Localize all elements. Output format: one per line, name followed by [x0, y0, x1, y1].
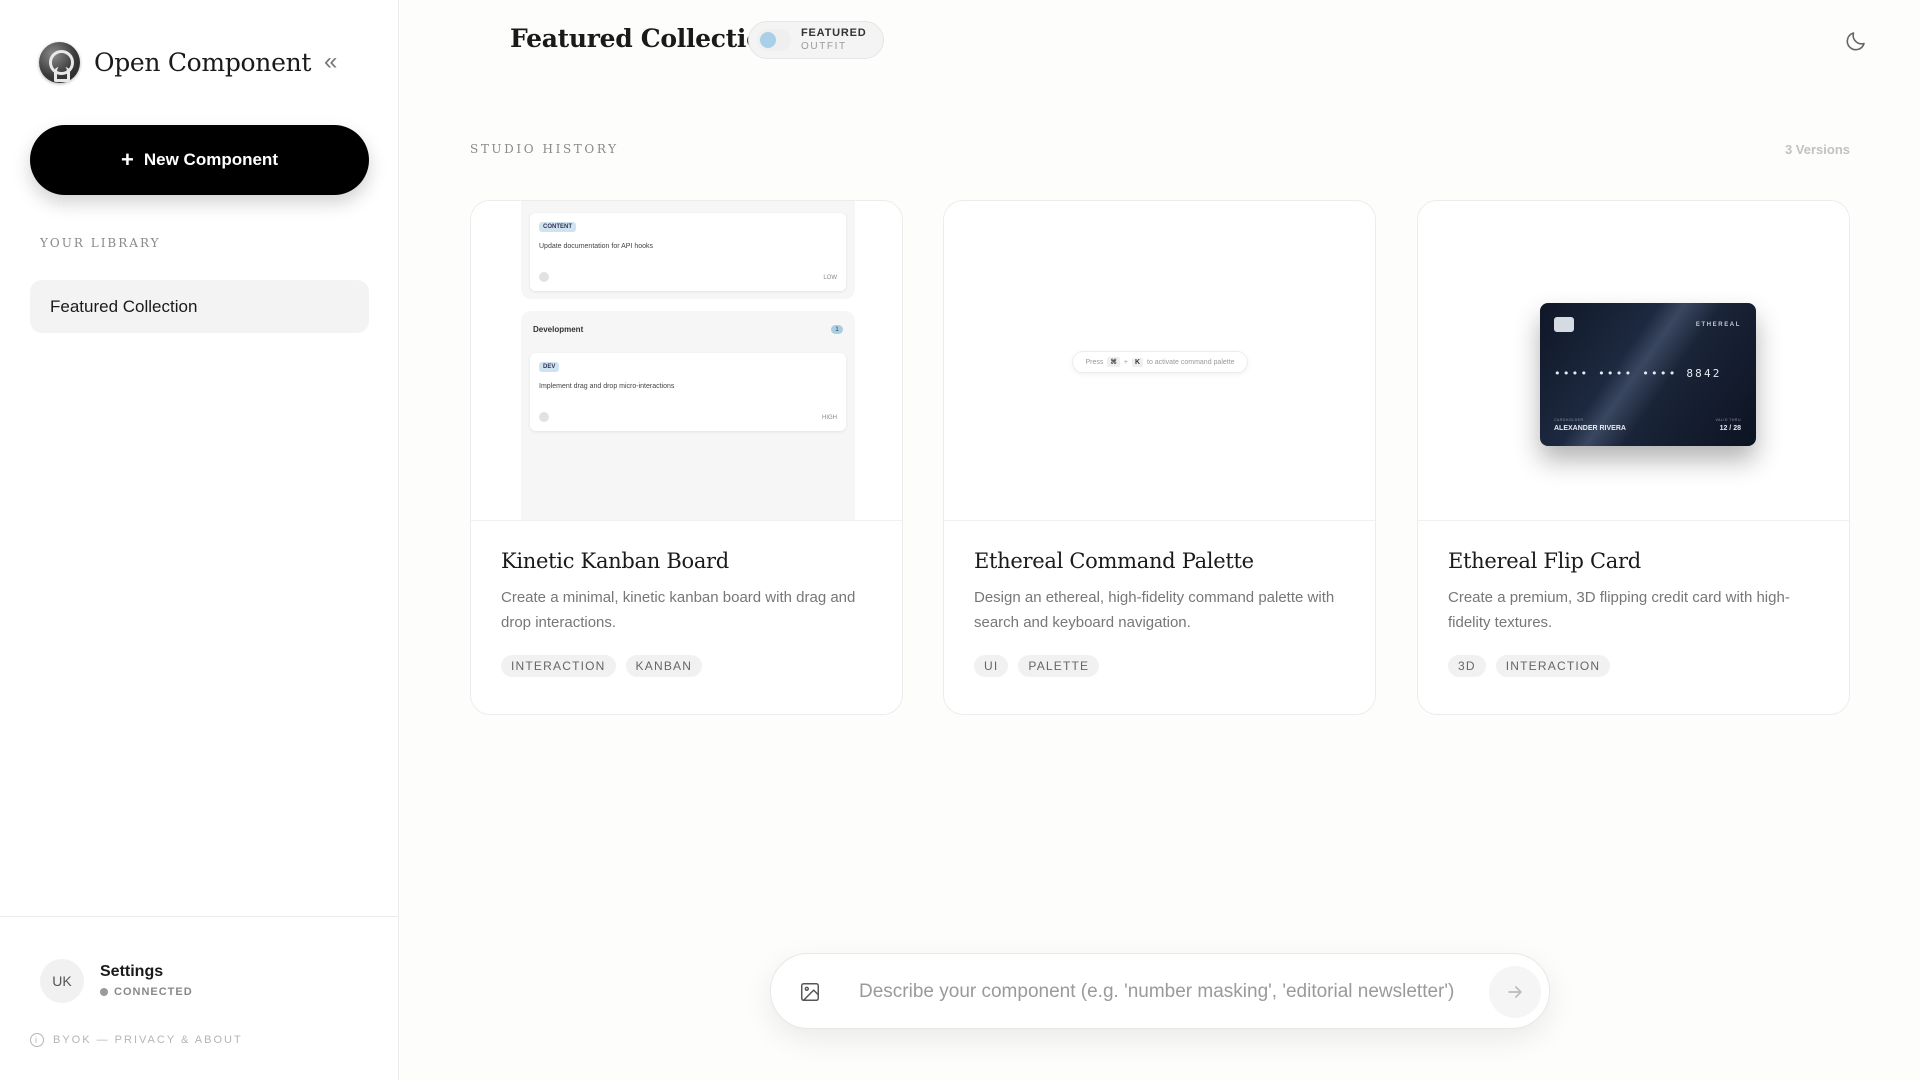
kanban-column-title: Development [533, 325, 584, 334]
card-chip-icon [1554, 317, 1574, 332]
valid-thru-value: 12 / 28 [1719, 425, 1741, 432]
card-title: Ethereal Command Palette [974, 549, 1254, 573]
sidebar: Open Component « + New Component YOUR LI… [0, 0, 399, 1080]
kanban-chip: DEV [539, 362, 560, 372]
component-prompt-input[interactable] [859, 972, 1471, 1012]
kanban-chip: CONTENT [539, 222, 576, 232]
toggle-label: FEATURED OUTFIT [801, 27, 866, 53]
card-tags: UI PALETTE [974, 655, 1345, 677]
kanban-card-text: Update documentation for API hooks [539, 243, 654, 250]
cardholder-name: ALEXANDER RIVERA [1554, 425, 1626, 432]
prompt-bar [770, 953, 1550, 1029]
status-dot-icon [100, 988, 108, 996]
card-description: Create a minimal, kinetic kanban board w… [501, 589, 856, 631]
card-tags: 3D INTERACTION [1448, 655, 1819, 677]
connection-status: CONNECTED [100, 986, 193, 998]
tag: INTERACTION [501, 655, 616, 677]
kanban-card: DEV Implement drag and drop micro-intera… [530, 353, 846, 431]
card-description: Create a premium, 3D flipping credit car… [1448, 589, 1790, 631]
hint-plus: + [1123, 358, 1128, 366]
component-card-kanban[interactable]: CONTENT Update documentation for API hoo… [470, 200, 903, 715]
tag: UI [974, 655, 1009, 677]
kanban-column-count: 1 [831, 325, 843, 334]
new-component-button[interactable]: + New Component [30, 125, 369, 195]
hint-press: Press [1085, 358, 1104, 366]
card-preview: ETHEREAL •••• •••• •••• 8842 CARDHOLDER … [1418, 201, 1849, 521]
versions-count: 3 Versions [1784, 142, 1850, 157]
card-tags: INTERACTION KANBAN [501, 655, 872, 677]
kanban-priority: HIGH [822, 415, 837, 421]
toggle-knob [760, 32, 776, 48]
library-label: YOUR LIBRARY [40, 236, 161, 250]
plus-icon: + [121, 147, 134, 172]
command-palette-hint: Press ⌘ + K to activate command palette [1072, 351, 1248, 373]
kanban-priority: LOW [823, 275, 837, 281]
brand[interactable]: Open Component [39, 42, 311, 83]
card-body: Ethereal Command Palette Design an ether… [974, 549, 1345, 677]
section-label: STUDIO HISTORY [470, 142, 619, 156]
component-card-flip-card[interactable]: ETHEREAL •••• •••• •••• 8842 CARDHOLDER … [1417, 200, 1850, 715]
credit-card-number: •••• •••• •••• 8842 [1554, 367, 1722, 380]
valid-thru-label: VALID THRU [1715, 418, 1741, 422]
tag: INTERACTION [1495, 655, 1611, 677]
card-body: Ethereal Flip Card Create a premium, 3D … [1448, 549, 1819, 677]
kanban-column-development: Development 1 DEV Implement drag and dro… [521, 311, 855, 520]
sidebar-footer: UK Settings CONNECTED i BYOK — PRIVACY &… [0, 916, 399, 1080]
toggle-main-label: FEATURED [801, 27, 867, 39]
brand-logo-icon [39, 42, 80, 83]
credit-card-preview: ETHEREAL •••• •••• •••• 8842 CARDHOLDER … [1540, 303, 1756, 446]
card-body: Kinetic Kanban Board Create a minimal, k… [501, 549, 872, 677]
status-text: CONNECTED [114, 986, 193, 998]
collapse-sidebar-icon[interactable]: « [324, 48, 337, 76]
card-preview: CONTENT Update documentation for API hoo… [471, 201, 902, 521]
tag: KANBAN [625, 655, 703, 677]
settings-link[interactable]: Settings [100, 963, 163, 981]
kanban-card-text: Implement drag and drop micro-interactio… [539, 383, 675, 390]
kanban-column: CONTENT Update documentation for API hoo… [521, 201, 855, 299]
send-button[interactable] [1489, 966, 1541, 1018]
tag: PALETTE [1018, 655, 1100, 677]
page-title: Featured Collection [510, 24, 781, 53]
toggle-track [757, 29, 791, 51]
credit-card-brand: ETHEREAL [1695, 322, 1741, 328]
cardholder-label: CARDHOLDER [1554, 418, 1584, 422]
command-key-icon: ⌘ [1107, 357, 1120, 367]
image-upload-icon[interactable] [799, 981, 821, 1003]
about-link[interactable]: i BYOK — PRIVACY & ABOUT [30, 1033, 243, 1047]
arrow-right-icon [1508, 986, 1522, 998]
card-preview: Press ⌘ + K to activate command palette [944, 201, 1375, 521]
new-component-label: New Component [143, 150, 278, 169]
brand-name: Open Component [94, 48, 312, 77]
sidebar-item-featured-collection[interactable]: Featured Collection [30, 280, 369, 333]
kanban-avatar [539, 412, 549, 422]
kanban-avatar [539, 272, 549, 282]
card-description: Design an ethereal, high-fidelity comman… [974, 589, 1335, 631]
info-icon: i [30, 1033, 44, 1047]
kanban-card: CONTENT Update documentation for API hoo… [530, 213, 846, 291]
about-text: BYOK — PRIVACY & ABOUT [53, 1034, 243, 1046]
toggle-sub-label: OUTFIT [801, 41, 847, 52]
card-title: Ethereal Flip Card [1448, 549, 1641, 573]
tag: 3D [1448, 655, 1486, 677]
card-title: Kinetic Kanban Board [501, 549, 729, 573]
moon-icon[interactable] [1844, 29, 1868, 53]
featured-outfit-toggle[interactable]: FEATURED OUTFIT [748, 21, 884, 59]
avatar[interactable]: UK [40, 959, 84, 1003]
component-card-command-palette[interactable]: Press ⌘ + K to activate command palette … [943, 200, 1376, 715]
k-key: K [1131, 357, 1143, 367]
hint-text: to activate command palette [1147, 358, 1235, 366]
